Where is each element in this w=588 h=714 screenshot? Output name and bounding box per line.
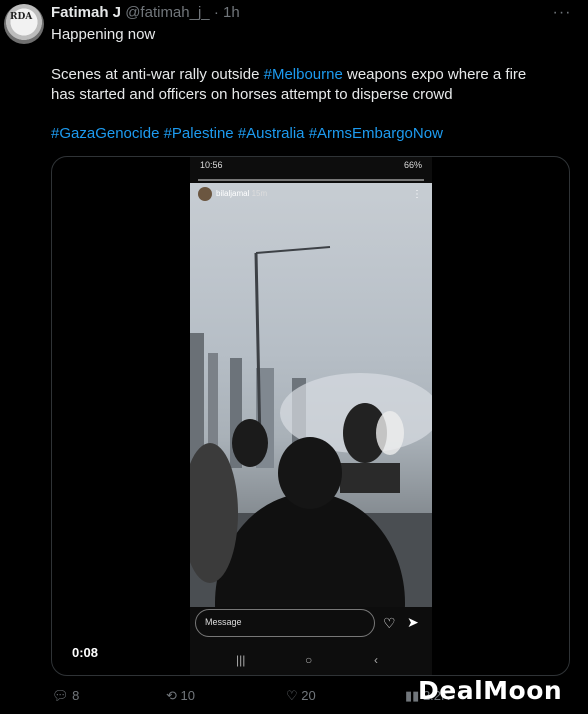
repost-icon: ⟲ [166,688,177,703]
author-avatar[interactable]: RDA [4,4,44,44]
post-text-line-2: Scenes at anti-war rally outside #Melbou… [51,65,571,85]
video-scene: bilaljamal 15m ⋮ [190,183,432,607]
story-user-avatar [198,187,212,201]
story-message-placeholder: Message [205,617,242,627]
video-duration: 0:08 [72,645,99,660]
post-text-segment: Scenes at anti-war rally outside [51,66,264,83]
more-options-button[interactable]: ··· [550,4,574,22]
hashtag-link[interactable]: #Palestine [164,125,234,142]
more-horizontal-icon: ··· [552,4,572,21]
post-text-line-1: Happening now [51,26,156,43]
back-icon: ‹ [374,653,378,667]
story-age: 15m [251,189,268,199]
like-button[interactable]: ♡ 20 [286,688,316,704]
repost-button[interactable]: ⟲ 10 [166,688,195,704]
street-scene-illustration [190,246,432,607]
hashtag-link[interactable]: #Australia [238,125,305,142]
reply-icon: 💬︎ [52,688,69,703]
post-time[interactable]: · 1h [214,4,240,21]
like-count: 20 [301,688,316,703]
repost-count: 10 [180,688,195,703]
story-username: bilaljamal [216,189,250,199]
post-text-line-3: has started and officers on horses attem… [51,86,453,103]
video-player[interactable]: 10:56 66% bilaljamal 15m ⋮ Message ♡ ➤ |… [51,156,570,676]
dealmoon-watermark: DealMoon [418,676,563,705]
story-user-row: bilaljamal 15m [198,187,267,201]
status-time: 10:56 [200,160,223,170]
author-name[interactable]: Fatimah J [51,4,121,21]
phone-status-bar: 10:56 66% [190,157,432,175]
phone-nav-bar: ||| ○ ‹ [190,645,432,675]
post-header: Fatimah J @fatimah_j_ · 1h [51,4,240,21]
hashtag-link[interactable]: #ArmsEmbargoNow [309,125,443,142]
more-vertical-icon: ⋮ [412,189,422,200]
heart-icon: ♡ [383,615,396,631]
send-icon: ➤ [407,614,419,630]
hashtag-link[interactable]: #GazaGenocide [51,125,159,142]
reply-count: 8 [72,688,80,703]
reply-button[interactable]: 💬︎ 8 [52,688,79,704]
hashtag-row: #GazaGenocide #Palestine #Australia #Arm… [51,124,571,144]
video-frame: 10:56 66% bilaljamal 15m ⋮ Message ♡ ➤ |… [190,157,432,675]
story-progress-bar [198,179,424,181]
heart-icon: ♡ [286,688,298,703]
post-text-segment: weapons expo where a fire [342,66,527,83]
status-battery: 66% [403,160,422,170]
home-icon: ○ [305,653,313,667]
author-handle[interactable]: @fatimah_j_ [125,4,209,21]
hashtag-melbourne-link[interactable]: #Melbourne [264,66,343,83]
story-message-field: Message [195,609,375,637]
recent-apps-icon: ||| [236,653,246,667]
